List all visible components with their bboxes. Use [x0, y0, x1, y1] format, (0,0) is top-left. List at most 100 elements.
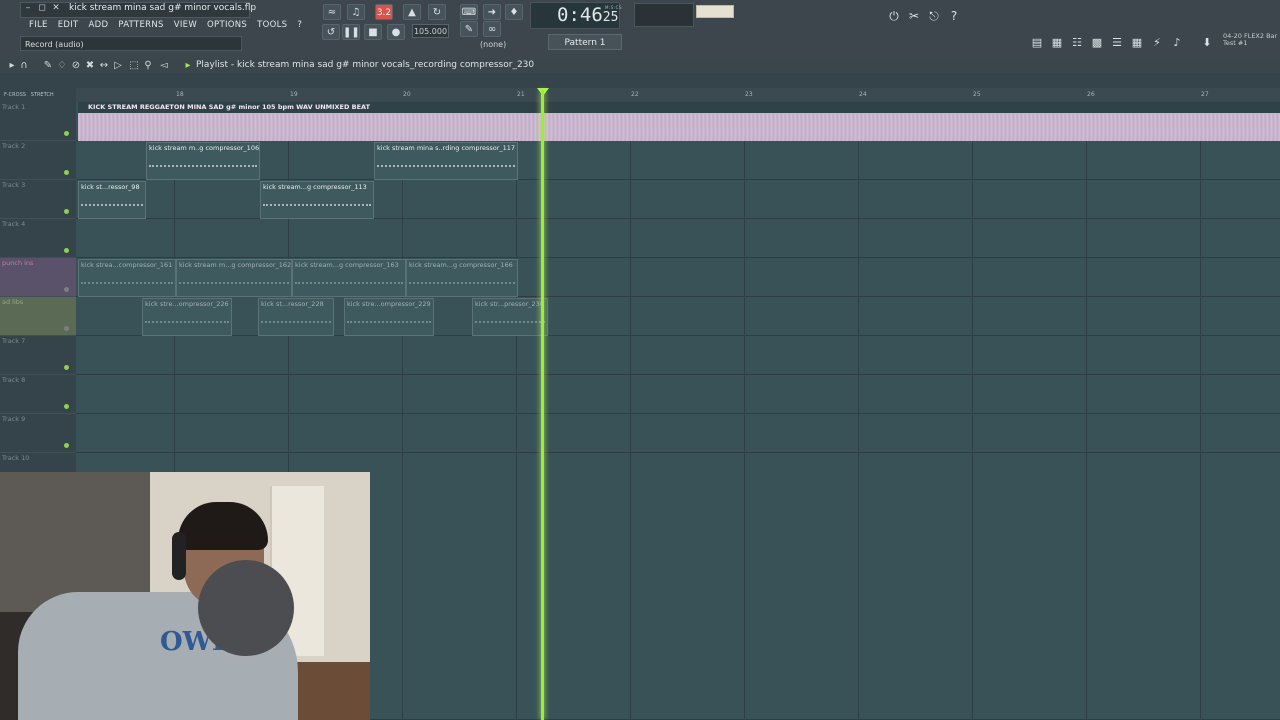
menu-view[interactable]: VIEW [169, 18, 202, 32]
zoom-icon[interactable]: ⚲ [142, 60, 154, 72]
time-units: M:S:CS [605, 5, 623, 10]
power-icon[interactable]: ⏻ [886, 8, 902, 24]
arrow-left-icon[interactable]: ▸ [6, 60, 18, 72]
loop-record-icon[interactable]: ↻ [428, 4, 446, 20]
track-header-8[interactable]: Track 8 [0, 375, 76, 414]
ruler-tick: 23 [745, 91, 753, 98]
brush-icon[interactable]: ✎ [460, 21, 478, 37]
metronome-icon[interactable]: ♫ [347, 4, 365, 20]
pencil-icon[interactable]: ✎ [42, 60, 54, 72]
select-icon[interactable]: ⬚ [128, 60, 140, 72]
none-selector[interactable]: (none) [480, 40, 506, 49]
menu-tools[interactable]: TOOLS [252, 18, 292, 32]
track-lane[interactable] [76, 414, 1280, 453]
menu-help[interactable]: ? [292, 18, 307, 32]
tempo-display[interactable]: 105.000 [412, 24, 449, 38]
pattern-selector[interactable]: Pattern 1 [548, 34, 622, 50]
menu-file[interactable]: FILE [24, 18, 53, 32]
track-lane[interactable] [76, 180, 1280, 219]
ruler-tick: 25 [973, 91, 981, 98]
arrow-right-icon[interactable]: ➜ [483, 4, 501, 20]
audio-clip[interactable]: kick st...ressor_98 [78, 181, 146, 219]
track-header-4[interactable]: Track 4 [0, 219, 76, 258]
track-header-3[interactable]: Track 3 [0, 180, 76, 219]
audio-clip[interactable]: kick str...pressor_230 [472, 298, 548, 336]
pause-icon[interactable]: ❚❚ [342, 24, 360, 40]
piano-roll-icon[interactable]: ▦ [1048, 35, 1066, 51]
audio-clip[interactable]: kick stream m..g compressor_106 [146, 142, 260, 180]
stop-icon[interactable]: ■ [364, 24, 382, 40]
scissors-icon[interactable]: ✂ [906, 8, 922, 24]
track-enable-icon[interactable] [64, 326, 69, 331]
track-enable-icon[interactable] [64, 287, 69, 292]
track-header-9[interactable]: Track 9 [0, 414, 76, 453]
audio-clip[interactable]: kick stream...g compressor_163 [292, 259, 406, 297]
download-icon[interactable]: ⬇ [1198, 35, 1216, 51]
browser-icon[interactable]: ☷ [1068, 35, 1086, 51]
track-enable-icon[interactable] [64, 248, 69, 253]
audio-clip[interactable]: kick stre...ompressor_226 [142, 298, 232, 336]
restore-icon[interactable]: ◻ [36, 3, 48, 14]
menu-patterns[interactable]: PATTERNS [113, 18, 168, 32]
plugin-icon[interactable]: ▦ [1128, 35, 1146, 51]
menu-edit[interactable]: EDIT [53, 18, 84, 32]
mixer-icon[interactable]: ☰ [1108, 35, 1126, 51]
track-lane[interactable] [76, 336, 1280, 375]
record-icon[interactable]: ● [387, 24, 405, 40]
song-mode-icon[interactable]: ≈ [323, 4, 341, 20]
bar-line [402, 102, 403, 720]
close-icon[interactable]: ✕ [50, 3, 62, 14]
link-icon[interactable]: ∞ [483, 21, 501, 37]
step-edit-icon[interactable]: ▲ [403, 4, 421, 20]
audio-clip[interactable]: kick stre...ompressor_229 [344, 298, 434, 336]
ruler-tick: 27 [1201, 91, 1209, 98]
timeline-ruler[interactable] [76, 88, 1280, 103]
delete-icon[interactable]: ⊘ [70, 60, 82, 72]
track-header-1[interactable]: Track 1 [0, 102, 76, 141]
minimize-icon[interactable]: – [22, 3, 34, 14]
track-header-punch-ins[interactable]: punch ins [0, 258, 76, 297]
audio-clip[interactable]: kick stream m...g compressor_162 [176, 259, 292, 297]
oscilloscope-meter [634, 3, 694, 27]
slip-icon[interactable]: ↔ [98, 60, 110, 72]
track-header-7[interactable]: Track 7 [0, 336, 76, 375]
track-enable-icon[interactable] [64, 365, 69, 370]
track-header-2[interactable]: Track 2 [0, 141, 76, 180]
track-lane[interactable] [76, 297, 1280, 336]
magnet-icon[interactable]: ∩ [18, 60, 30, 72]
menu-options[interactable]: OPTIONS [202, 18, 252, 32]
audio-clip[interactable]: kick stream mina s..rding compressor_117 [374, 142, 518, 180]
loop-icon[interactable]: ↺ [322, 24, 340, 40]
audio-clip[interactable]: kick strea...compressor_161 [78, 259, 176, 297]
playhead[interactable] [541, 90, 544, 720]
menu-add[interactable]: ADD [84, 18, 114, 32]
mute-icon[interactable]: ✖ [84, 60, 96, 72]
track-lane[interactable] [76, 375, 1280, 414]
track-header-ad-libs[interactable]: ad libs [0, 297, 76, 336]
guitar-icon[interactable]: ♪ [1168, 35, 1186, 51]
audio-clip[interactable]: kick stream...g compressor_113 [260, 181, 374, 219]
play-arrow-icon[interactable]: ▸ [182, 60, 194, 72]
playback-icon[interactable]: ◅ [158, 60, 170, 72]
paint-icon[interactable]: ♢ [56, 60, 68, 72]
help-icon[interactable]: ? [946, 8, 962, 24]
snap-button[interactable]: 3.2 [375, 4, 393, 20]
plug-icon[interactable]: ⚡ [1148, 35, 1166, 51]
audio-clip[interactable]: kick stream...g compressor_166 [406, 259, 518, 297]
track-lane[interactable] [76, 219, 1280, 258]
bar-line [630, 102, 631, 720]
track-enable-icon[interactable] [64, 209, 69, 214]
channel-rack-icon[interactable]: ▩ [1088, 35, 1106, 51]
bell-icon[interactable]: ♦ [505, 4, 523, 20]
track-enable-icon[interactable] [64, 443, 69, 448]
playlist-icon[interactable]: ▤ [1028, 35, 1046, 51]
track-enable-icon[interactable] [64, 170, 69, 175]
track-enable-icon[interactable] [64, 404, 69, 409]
audio-clip[interactable]: kick st...ressor_228 [258, 298, 334, 336]
track-enable-icon[interactable] [64, 131, 69, 136]
typing-keyboard-icon[interactable]: ⌨ [460, 4, 478, 20]
webcam-overlay: OWL [0, 472, 370, 720]
mic-icon[interactable]: ⎋ [926, 8, 942, 24]
slice-icon[interactable]: ▷ [112, 60, 124, 72]
playlist-title: Playlist - kick stream mina sad g# minor… [196, 60, 535, 70]
